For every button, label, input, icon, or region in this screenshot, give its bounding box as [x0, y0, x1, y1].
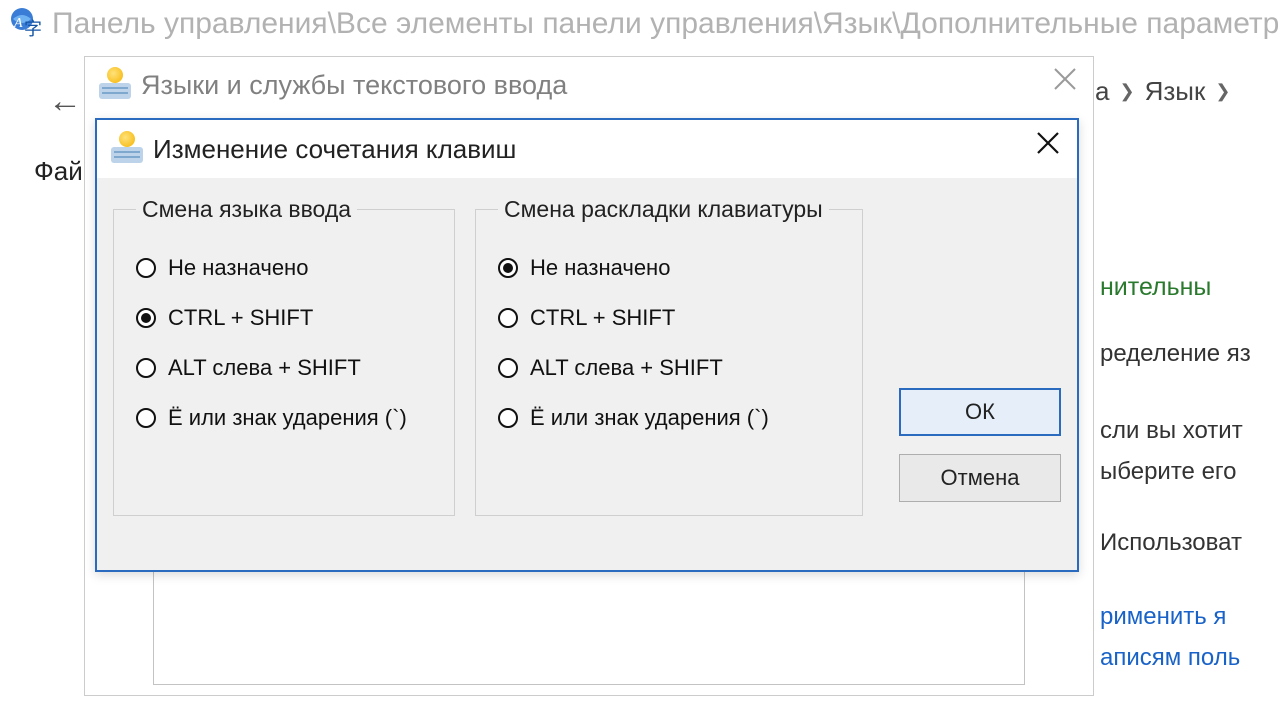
input-language-option[interactable]: ALT слева + SHIFT: [136, 355, 436, 381]
group-legend: Смена языка ввода: [136, 196, 357, 223]
input-language-option[interactable]: Не назначено: [136, 255, 436, 281]
radio-label: Ё или знак ударения (`): [530, 405, 769, 431]
radio-icon: [136, 358, 156, 378]
link-fragment[interactable]: рименить я: [1100, 598, 1280, 635]
radio-icon: [498, 408, 518, 428]
ok-button[interactable]: ОК: [899, 388, 1061, 436]
keyboard-icon: [111, 135, 143, 163]
change-hotkey-dialog: Изменение сочетания клавиш Смена языка в…: [95, 118, 1079, 572]
cancel-button[interactable]: Отмена: [899, 454, 1061, 502]
radio-label: Не назначено: [530, 255, 670, 281]
page-heading-fragment: нительны: [1100, 268, 1280, 307]
radio-icon: [498, 358, 518, 378]
radio-label: CTRL + SHIFT: [168, 305, 313, 331]
input-language-group: Смена языка ввода Не назначено CTRL + SHI…: [113, 196, 455, 516]
keyboard-layout-option[interactable]: ALT слева + SHIFT: [498, 355, 844, 381]
radio-label: Не назначено: [168, 255, 308, 281]
keyboard-layout-group: Смена раскладки клавиатуры Не назначено C…: [475, 196, 863, 516]
link-fragment[interactable]: аписям поль: [1100, 639, 1280, 676]
radio-label: Ё или знак ударения (`): [168, 405, 407, 431]
keyboard-layout-option[interactable]: Ё или знак ударения (`): [498, 405, 844, 431]
close-icon[interactable]: [1051, 65, 1079, 93]
text-fragment: ределение яз: [1100, 335, 1280, 372]
control-panel-path: 字 A Панель управления\Все элементы панел…: [0, 0, 1280, 48]
back-arrow-icon[interactable]: ←: [48, 82, 82, 121]
svg-text:字: 字: [24, 19, 42, 39]
explorer-window-fragment: а ❯ Язык ❯ нительны ределение яз сли вы …: [1100, 68, 1280, 688]
group-legend: Смена раскладки клавиатуры: [498, 196, 829, 223]
language-region-icon: 字 A: [10, 7, 44, 41]
explorer-breadcrumb[interactable]: а ❯ Язык ❯: [1095, 76, 1240, 107]
crumb-language: Язык: [1145, 76, 1206, 107]
dialog-buttons: ОК Отмена: [899, 388, 1061, 516]
radio-label: ALT слева + SHIFT: [530, 355, 723, 381]
input-language-option[interactable]: CTRL + SHIFT: [136, 305, 436, 331]
dialog-titlebar: Изменение сочетания клавиш: [97, 120, 1077, 178]
radio-label: ALT слева + SHIFT: [168, 355, 361, 381]
radio-icon: [136, 258, 156, 278]
menu-file[interactable]: Фай: [34, 156, 83, 187]
text-fragment: сли вы хотит: [1100, 412, 1280, 449]
text-fragment: Использоват: [1100, 524, 1280, 561]
text-fragment: ыберите его: [1100, 453, 1280, 490]
dialog-title: Языки и службы текстового ввода: [141, 70, 567, 101]
dialog-titlebar: Языки и службы текстового ввода: [85, 57, 1093, 113]
breadcrumb-text: Панель управления\Все элементы панели уп…: [52, 7, 1280, 41]
radio-label: CTRL + SHIFT: [530, 305, 675, 331]
crumb-a: а: [1095, 76, 1109, 107]
radio-icon: [498, 308, 518, 328]
chevron-right-icon: ❯: [1215, 81, 1230, 102]
svg-text:A: A: [13, 16, 23, 31]
input-language-option[interactable]: Ё или знак ударения (`): [136, 405, 436, 431]
chevron-right-icon: ❯: [1119, 81, 1134, 102]
radio-icon: [136, 408, 156, 428]
keyboard-layout-option[interactable]: Не назначено: [498, 255, 844, 281]
keyboard-layout-option[interactable]: CTRL + SHIFT: [498, 305, 844, 331]
radio-icon: [136, 308, 156, 328]
close-icon[interactable]: [1035, 130, 1061, 156]
dialog-title: Изменение сочетания клавиш: [153, 134, 516, 165]
keyboard-icon: [99, 71, 131, 99]
dialog-content: Смена языка ввода Не назначено CTRL + SHI…: [97, 178, 1077, 570]
radio-icon: [498, 258, 518, 278]
